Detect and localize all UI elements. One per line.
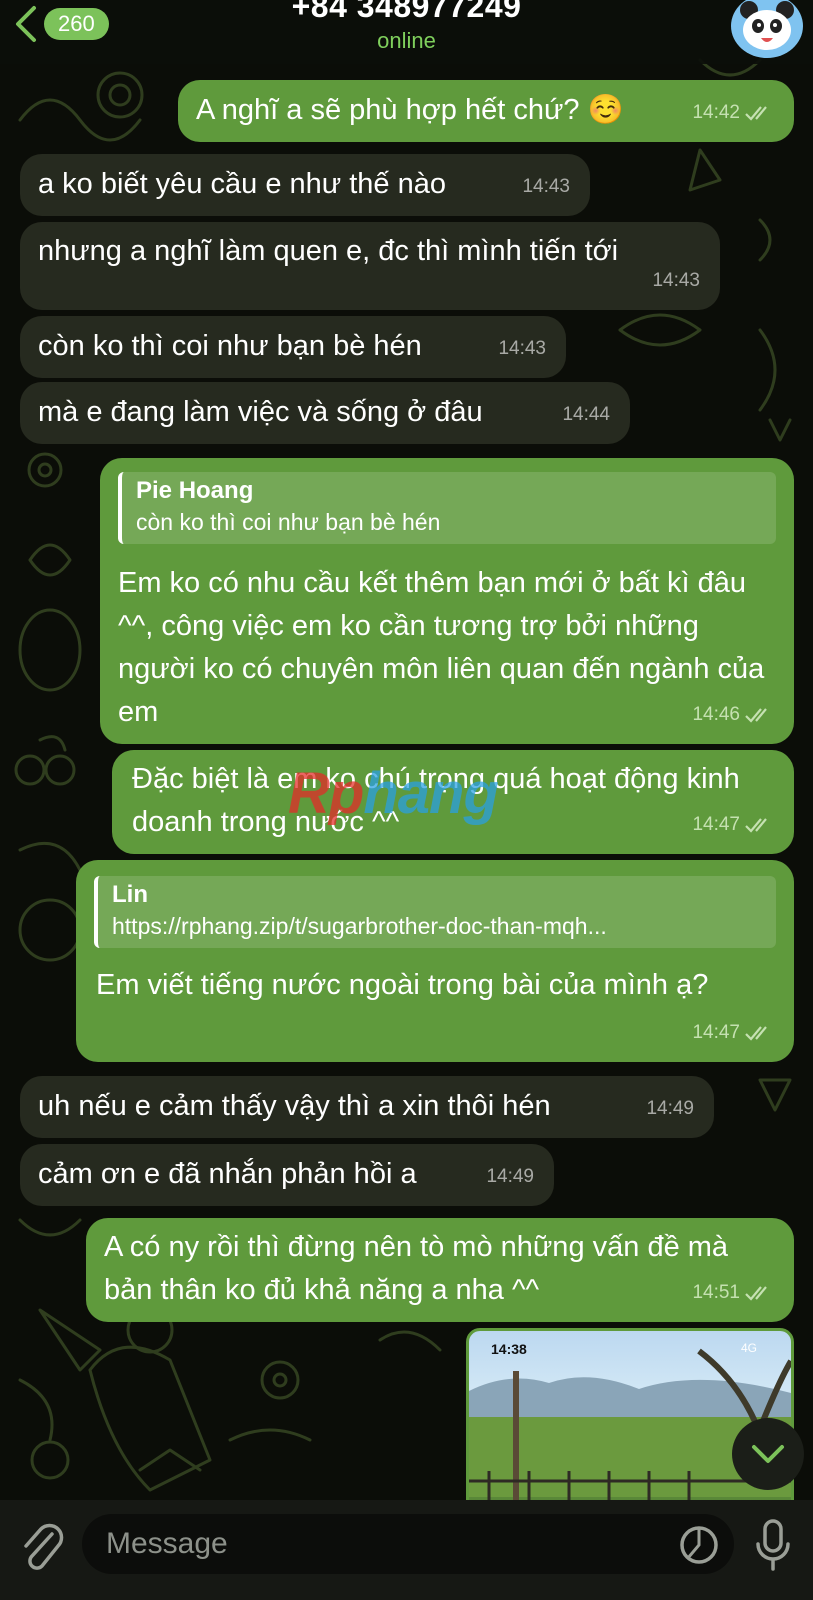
message-time: 14:42: [692, 102, 740, 123]
reply-text: còn ko thì coi như bạn bè hén: [136, 509, 441, 535]
message-time: 14:46: [692, 704, 740, 725]
double-check-icon: [745, 707, 767, 723]
reply-preview[interactable]: Lin https://rphang.zip/t/sugarbrother-do…: [94, 876, 776, 948]
message-text: A có ny rồi thì đừng nên tò mò những vấn…: [104, 1231, 729, 1306]
reply-preview[interactable]: Pie Hoang còn ko thì coi như bạn bè hén: [118, 472, 776, 544]
message-bubble-incoming[interactable]: nhưng a nghĩ làm quen e, đc thì mình tiế…: [20, 222, 720, 310]
message-bubble-incoming[interactable]: uh nếu e cảm thấy vậy thì a xin thôi hén…: [20, 1076, 714, 1138]
watermark-logo: Rphang: [288, 761, 499, 826]
photo-network-label: 4G: [740, 1341, 757, 1355]
message-text: Em viết tiếng nước ngoài trong bài của m…: [96, 969, 709, 1001]
message-meta: 14:51: [692, 1271, 774, 1314]
chat-title[interactable]: +84 348977249: [0, 0, 813, 25]
attach-button[interactable]: [18, 1520, 64, 1579]
message-bubble-incoming[interactable]: cảm ơn e đã nhắn phản hồi a 14:49: [20, 1144, 554, 1206]
message-meta: 14:42: [692, 91, 774, 134]
message-bubble-incoming[interactable]: mà e đang làm việc và sống ở đâu 14:44: [20, 382, 630, 444]
reply-text: https://rphang.zip/t/sugarbrother-doc-th…: [112, 913, 607, 939]
message-time: 14:44: [562, 404, 610, 425]
double-check-icon: [745, 1025, 767, 1041]
message-time: 14:47: [692, 1022, 740, 1043]
composer-bar: [0, 1500, 813, 1600]
message-text: uh nếu e cảm thấy vậy thì a xin thôi hén: [38, 1090, 551, 1122]
message-text: A nghĩ a sẽ phù hợp hết chứ? ☺️: [196, 94, 624, 126]
message-text: còn ko thì coi như bạn bè hén: [38, 330, 422, 362]
scroll-to-bottom-button[interactable]: [732, 1418, 804, 1490]
message-time: 14:49: [486, 1166, 534, 1187]
message-time: 14:51: [692, 1282, 740, 1303]
sticker-icon: [680, 1526, 718, 1564]
message-text: a ko biết yêu cầu e như thế nào: [38, 168, 446, 200]
message-bubble-incoming[interactable]: còn ko thì coi như bạn bè hén 14:43: [20, 316, 566, 378]
message-text: nhưng a nghĩ làm quen e, đc thì mình tiế…: [38, 235, 619, 267]
message-text: Em ko có nhu cầu kết thêm bạn mới ở bất …: [118, 567, 765, 728]
message-bubble-outgoing[interactable]: A nghĩ a sẽ phù hợp hết chứ? ☺️ 14:42: [178, 80, 794, 142]
double-check-icon: [745, 1285, 767, 1301]
message-bubble-outgoing[interactable]: Lin https://rphang.zip/t/sugarbrother-do…: [76, 860, 794, 1062]
message-input[interactable]: [82, 1514, 734, 1574]
message-meta: 14:46: [692, 693, 774, 736]
message-bubble-outgoing[interactable]: Pie Hoang còn ko thì coi như bạn bè hén …: [100, 458, 794, 744]
message-meta: 14:47: [692, 1011, 774, 1054]
message-time: 14:43: [498, 338, 546, 359]
message-time: 14:47: [692, 814, 740, 835]
double-check-icon: [745, 105, 767, 121]
photo-status-time: 14:38: [491, 1341, 527, 1357]
online-status: online: [377, 28, 436, 53]
message-bubble-outgoing[interactable]: A có ny rồi thì đừng nên tò mò những vấn…: [86, 1218, 794, 1322]
message-meta: 14:47: [692, 803, 774, 846]
sticker-button[interactable]: [678, 1524, 720, 1571]
message-bubble-incoming[interactable]: a ko biết yêu cầu e như thế nào 14:43: [20, 154, 590, 216]
reply-author: Lin: [112, 881, 148, 908]
chat-header: 260 +84 348977249 online: [0, 0, 813, 64]
chevron-down-icon: [752, 1445, 784, 1463]
message-time: 14:49: [646, 1098, 694, 1119]
double-check-icon: [745, 817, 767, 833]
voice-record-button[interactable]: [753, 1518, 793, 1579]
message-time: 14:43: [522, 176, 570, 197]
message-text: mà e đang làm việc và sống ở đâu: [38, 396, 483, 428]
reply-author: Pie Hoang: [136, 477, 254, 504]
microphone-icon: [756, 1519, 790, 1571]
paperclip-icon: [24, 1523, 64, 1570]
message-time: 14:43: [652, 270, 700, 291]
message-text: cảm ơn e đã nhắn phản hồi a: [38, 1158, 417, 1190]
